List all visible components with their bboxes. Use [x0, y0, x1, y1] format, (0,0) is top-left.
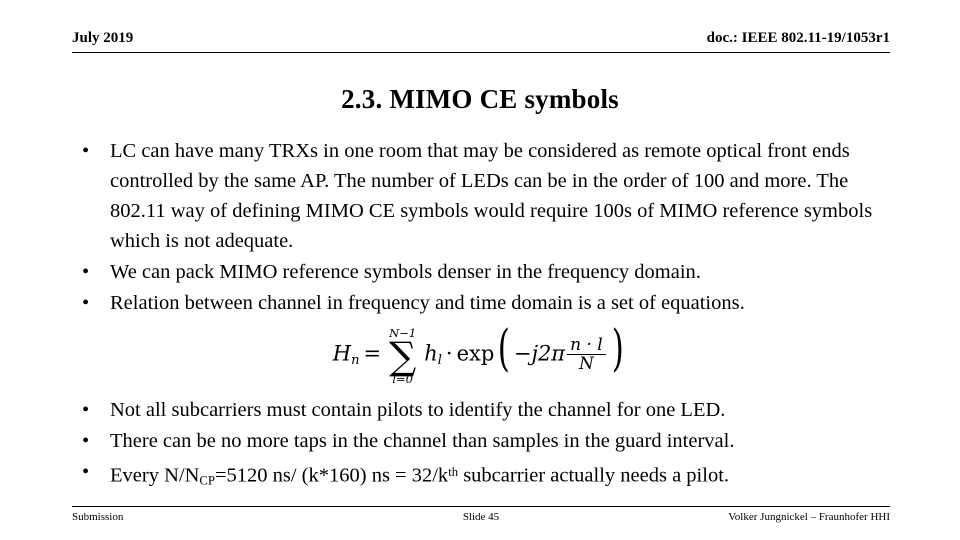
page-title: 2.3. MIMO CE symbols — [341, 84, 619, 114]
bullet-marker-icon: • — [82, 140, 90, 162]
slide-footer: Submission Slide 45 Volker Jungnickel – … — [72, 506, 890, 529]
pilot-superscript-th: th — [448, 465, 459, 479]
list-item: • There can be no more taps in the chann… — [72, 426, 890, 456]
header-date: July 2019 — [72, 30, 134, 46]
fraction-denominator: N — [578, 354, 594, 374]
summation-lower-limit: l=0 — [392, 372, 413, 386]
list-item-text: Every N/NCP=5120 ns/ (k*160) ns = 32/kth… — [110, 457, 890, 496]
bullet-marker-icon: • — [82, 261, 90, 283]
list-item-text: LC can have many TRXs in one room that m… — [110, 140, 873, 252]
list-item: • Not all subcarriers must contain pilot… — [72, 395, 890, 425]
equation-block: Hn = N−1 ∑ l=0 hl · exp(−j2π n · l N) — [0, 318, 960, 386]
equation-lhs-subscript: n — [351, 352, 360, 368]
list-item-text: There can be no more taps in the channel… — [110, 430, 735, 452]
footer-submission: Submission — [72, 511, 124, 523]
slide-canvas: July 2019 doc.: IEEE 802.11-19/1053r1 2.… — [0, 0, 960, 540]
list-item: • LC can have many TRXs in one room that… — [72, 136, 890, 256]
sigma-icon: ∑ — [389, 334, 417, 378]
equation-equals: = — [363, 341, 382, 366]
list-item-text: We can pack MIMO reference symbols dense… — [110, 261, 701, 283]
equation-lhs-base: H — [332, 341, 352, 366]
equation-dot-operator: · — [445, 341, 453, 366]
bullet-marker-icon: • — [82, 430, 90, 452]
bullet-marker-icon: • — [82, 461, 90, 483]
footer-slide-number: Slide 45 — [462, 511, 500, 523]
list-item-text: Relation between channel in frequency an… — [110, 292, 745, 314]
pilot-text-part3: subcarrier actually needs a pilot. — [458, 464, 730, 487]
equation-term-subscript: l — [437, 352, 442, 368]
header-doc-number: doc.: IEEE 802.11-19/1053r1 — [706, 30, 890, 46]
bullet-marker-icon: • — [82, 399, 90, 421]
list-item: • We can pack MIMO reference symbols den… — [72, 257, 890, 287]
list-item: • Relation between channel in frequency … — [72, 288, 890, 318]
equation-formula: Hn = N−1 ∑ l=0 hl · exp(−j2π n · l N) — [332, 318, 624, 386]
list-item-text: Not all subcarriers must contain pilots … — [110, 399, 726, 421]
slide-header: July 2019 doc.: IEEE 802.11-19/1053r1 — [72, 28, 890, 53]
bullet-marker-icon: • — [82, 292, 90, 314]
equation-term-base: h — [424, 341, 438, 366]
summation-operator: N−1 ∑ l=0 — [389, 327, 416, 385]
pilot-text-part1: Every N/N — [110, 464, 200, 487]
pilot-text-part2: =5120 ns/ (k*160) ns = 32/k — [214, 464, 449, 487]
equation-phase-prefix: −j2π — [513, 341, 566, 366]
equation-exp-function: exp — [456, 341, 495, 366]
pilot-subscript-cp: CP — [199, 473, 215, 488]
bullet-list-top: • LC can have many TRXs in one room that… — [72, 136, 890, 319]
footer-author: Volker Jungnickel – Fraunhofer HHI — [728, 511, 890, 523]
fraction-numerator: n · l — [567, 336, 606, 355]
equation-fraction: n · lN — [567, 336, 606, 374]
bullet-list-bottom: • Not all subcarriers must contain pilot… — [72, 395, 890, 497]
list-item-pilot-formula: • Every N/NCP=5120 ns/ (k*160) ns = 32/k… — [72, 457, 890, 496]
